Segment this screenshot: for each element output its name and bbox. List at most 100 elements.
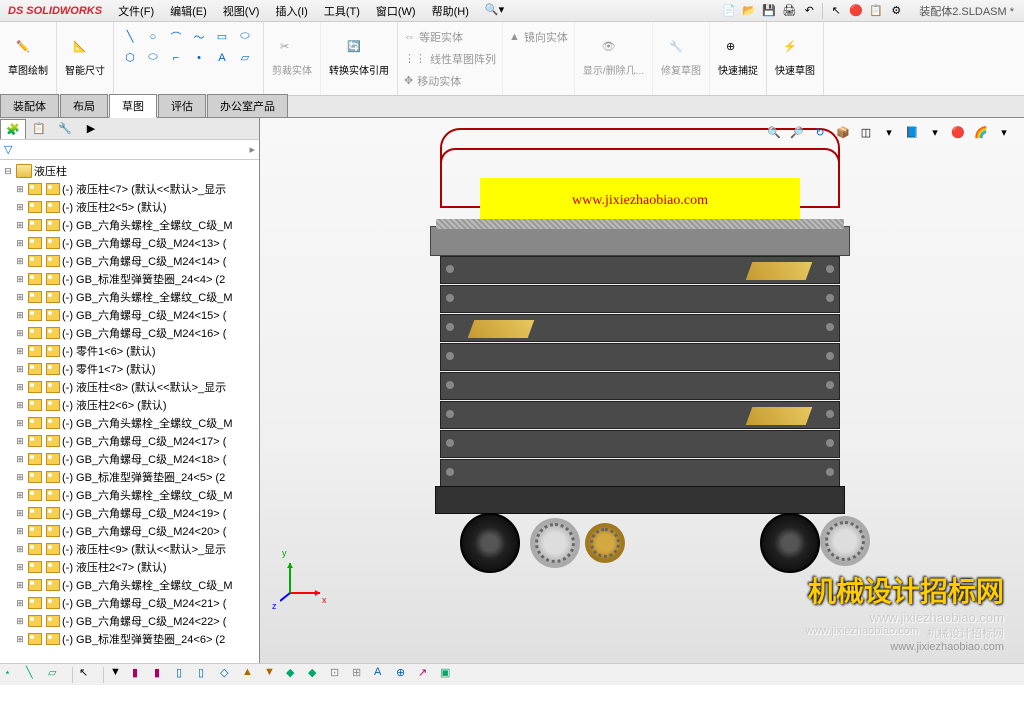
- menu-insert[interactable]: 插入(I): [267, 0, 315, 22]
- expand-icon[interactable]: ⊞: [14, 526, 26, 537]
- expand-icon[interactable]: ⊞: [14, 634, 26, 645]
- tree-item[interactable]: ⊞(-) 液压柱2<6> (默认): [2, 396, 257, 414]
- ellipse-tool-icon[interactable]: ⬭: [143, 49, 163, 67]
- display-style-icon[interactable]: 📦: [833, 122, 853, 142]
- filter-face-icon[interactable]: ▱: [48, 666, 66, 684]
- tree-item[interactable]: ⊞(-) GB_六角螺母_C级_M24<20> (: [2, 522, 257, 540]
- tool-1-icon[interactable]: ▮: [132, 666, 150, 684]
- feature-tree-tab-icon[interactable]: 🧩: [0, 119, 26, 139]
- tree-item[interactable]: ⊞(-) GB_六角头螺栓_全螺纹_C级_M: [2, 486, 257, 504]
- convert-button[interactable]: 🔄 转换实体引用: [327, 38, 391, 79]
- tab-evaluate[interactable]: 评估: [158, 94, 206, 117]
- expand-icon[interactable]: ⊞: [14, 508, 26, 519]
- expand-icon[interactable]: ⊞: [14, 364, 26, 375]
- spline-tool-icon[interactable]: 〜: [189, 28, 209, 46]
- expand-icon[interactable]: ⊞: [14, 616, 26, 627]
- collapse-icon[interactable]: ⊟: [2, 166, 14, 177]
- menu-window[interactable]: 窗口(W): [368, 0, 424, 22]
- tool-7-icon[interactable]: ▼: [264, 666, 282, 684]
- tree-item[interactable]: ⊞(-) 液压柱2<7> (默认): [2, 558, 257, 576]
- rect-tool-icon[interactable]: ▭: [212, 28, 232, 46]
- expand-icon[interactable]: ⊞: [14, 400, 26, 411]
- circle-tool-icon[interactable]: ○: [143, 28, 163, 46]
- expand-icon[interactable]: ⊞: [14, 256, 26, 267]
- tool-5-icon[interactable]: ◇: [220, 666, 238, 684]
- tree-item[interactable]: ⊞(-) GB_六角螺母_C级_M24<19> (: [2, 504, 257, 522]
- hide-show-icon[interactable]: 📘: [902, 122, 922, 142]
- tool-13-icon[interactable]: ⊕: [396, 666, 414, 684]
- menu-tools[interactable]: 工具(T): [316, 0, 368, 22]
- tree-item[interactable]: ⊞(-) 液压柱<7> (默认<<默认>_显示: [2, 180, 257, 198]
- expand-icon[interactable]: ⊞: [14, 238, 26, 249]
- feature-tree[interactable]: ⊟ 液压柱 ⊞(-) 液压柱<7> (默认<<默认>_显示⊞(-) 液压柱2<5…: [0, 160, 259, 663]
- tree-root[interactable]: ⊟ 液压柱: [2, 162, 257, 180]
- point-tool-icon[interactable]: •: [189, 49, 209, 67]
- fillet-tool-icon[interactable]: ⌐: [166, 49, 186, 67]
- tree-item[interactable]: ⊞(-) 液压柱<9> (默认<<默认>_显示: [2, 540, 257, 558]
- filter-vertex-icon[interactable]: ⋆: [4, 666, 22, 684]
- tree-item[interactable]: ⊞(-) GB_六角螺母_C级_M24<13> (: [2, 234, 257, 252]
- tree-item[interactable]: ⊞(-) GB_标准型弹簧垫圈_24<6> (2: [2, 630, 257, 648]
- expand-icon[interactable]: ⊞: [14, 346, 26, 357]
- scene-icon[interactable]: ▾: [925, 122, 945, 142]
- expand-icon[interactable]: ⊞: [14, 544, 26, 555]
- slot-tool-icon[interactable]: ⬭: [235, 28, 255, 46]
- expand-icon[interactable]: ⊞: [14, 328, 26, 339]
- tree-item[interactable]: ⊞(-) 液压柱<8> (默认<<默认>_显示: [2, 378, 257, 396]
- tree-item[interactable]: ⊞(-) GB_六角螺母_C级_M24<14> (: [2, 252, 257, 270]
- tool-10-icon[interactable]: ⊡: [330, 666, 348, 684]
- tool-14-icon[interactable]: ↗: [418, 666, 436, 684]
- selection-filter-icon[interactable]: ▼: [110, 666, 128, 684]
- options-icon[interactable]: 📋: [867, 2, 885, 20]
- menu-file[interactable]: 文件(F): [110, 0, 162, 22]
- tool-2-icon[interactable]: ▮: [154, 666, 172, 684]
- print-icon[interactable]: 🖨: [780, 2, 798, 20]
- view-settings-icon[interactable]: ▾: [879, 122, 899, 142]
- tool-3-icon[interactable]: ▯: [176, 666, 194, 684]
- tree-item[interactable]: ⊞(-) GB_六角螺母_C级_M24<15> (: [2, 306, 257, 324]
- expand-icon[interactable]: ⊞: [14, 184, 26, 195]
- tree-item[interactable]: ⊞(-) 液压柱2<5> (默认): [2, 198, 257, 216]
- line-tool-icon[interactable]: ╲: [120, 28, 140, 46]
- tool-9-icon[interactable]: ◆: [308, 666, 326, 684]
- zoom-fit-icon[interactable]: 🔍: [764, 122, 784, 142]
- tool-11-icon[interactable]: ⊞: [352, 666, 370, 684]
- appearance-icon[interactable]: 🔴: [948, 122, 968, 142]
- arc-tool-icon[interactable]: ⌒: [166, 28, 186, 46]
- display-tab-icon[interactable]: ▶: [78, 119, 104, 139]
- config-tab-icon[interactable]: 🔧: [52, 119, 78, 139]
- expand-icon[interactable]: ⊞: [14, 274, 26, 285]
- tool-8-icon[interactable]: ◆: [286, 666, 304, 684]
- new-doc-icon[interactable]: 📄: [720, 2, 738, 20]
- rebuild-icon[interactable]: 🔴: [847, 2, 865, 20]
- tree-item[interactable]: ⊞(-) GB_六角头螺栓_全螺纹_C级_M: [2, 216, 257, 234]
- tree-item[interactable]: ⊞(-) 零件1<6> (默认): [2, 342, 257, 360]
- tree-item[interactable]: ⊞(-) GB_六角螺母_C级_M24<17> (: [2, 432, 257, 450]
- tab-office[interactable]: 办公室产品: [207, 94, 288, 117]
- expand-icon[interactable]: ⊞: [14, 202, 26, 213]
- save-icon[interactable]: 💾: [760, 2, 778, 20]
- tool-4-icon[interactable]: ▯: [198, 666, 216, 684]
- filter-edge-icon[interactable]: ╲: [26, 666, 44, 684]
- filter-icon[interactable]: ▽: [4, 143, 12, 156]
- rapid-sketch-button[interactable]: ⚡ 快速草图: [773, 38, 817, 79]
- smart-dimension-button[interactable]: 📐 智能尺寸: [63, 38, 107, 79]
- tree-item[interactable]: ⊞(-) GB_六角螺母_C级_M24<22> (: [2, 612, 257, 630]
- menu-view[interactable]: 视图(V): [215, 0, 268, 22]
- tree-item[interactable]: ⊞(-) GB_六角头螺栓_全螺纹_C级_M: [2, 414, 257, 432]
- menu-edit[interactable]: 编辑(E): [162, 0, 215, 22]
- select-icon[interactable]: ↖: [827, 2, 845, 20]
- open-icon[interactable]: 📂: [740, 2, 758, 20]
- expand-icon[interactable]: ⊞: [14, 580, 26, 591]
- tab-assembly[interactable]: 装配体: [0, 94, 59, 117]
- menu-search-icon[interactable]: 🔍▾: [477, 0, 512, 22]
- settings-icon[interactable]: ⚙: [887, 2, 905, 20]
- menu-help[interactable]: 帮助(H): [424, 0, 477, 22]
- graphics-viewport[interactable]: 🔍 🔎 ↻ 📦 ◫ ▾ 📘 ▾ 🔴 🌈 ▾ www.jixiezhaobiao.…: [260, 118, 1024, 663]
- tab-sketch[interactable]: 草图: [109, 94, 157, 118]
- text-tool-icon[interactable]: A: [212, 49, 232, 67]
- plane-tool-icon[interactable]: ▱: [235, 49, 255, 67]
- property-tab-icon[interactable]: 📋: [26, 119, 52, 139]
- tab-layout[interactable]: 布局: [60, 94, 108, 117]
- tree-item[interactable]: ⊞(-) GB_六角头螺栓_全螺纹_C级_M: [2, 576, 257, 594]
